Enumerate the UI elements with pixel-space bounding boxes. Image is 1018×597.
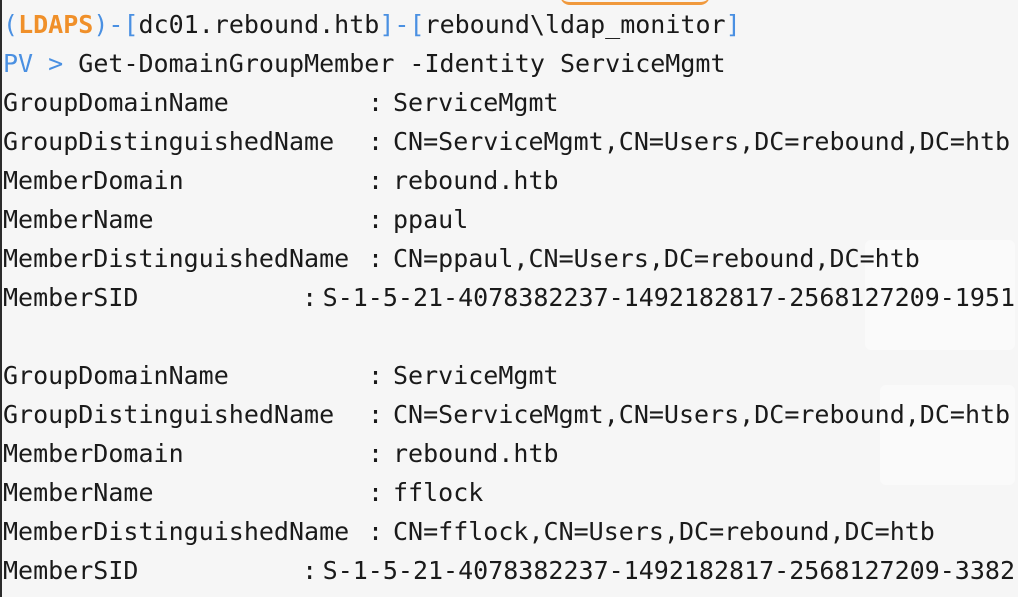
field-key: MemberSID bbox=[3, 283, 139, 312]
field-separator: : bbox=[368, 400, 384, 429]
field-value: rebound.htb bbox=[393, 166, 559, 195]
command-text: Get-DomainGroupMember -Identity ServiceM… bbox=[78, 49, 726, 78]
output-row: MemberName: ppaul bbox=[3, 200, 1015, 239]
field-value: CN=fflock,CN=Users,DC=rebound,DC=htb bbox=[393, 517, 935, 546]
prompt-bracket-open: [ bbox=[409, 10, 425, 39]
field-separator: : bbox=[368, 517, 384, 546]
field-key: MemberName bbox=[3, 205, 154, 234]
field-separator: : bbox=[302, 556, 318, 585]
prompt-bracket-open: [ bbox=[123, 10, 139, 39]
field-value: ServiceMgmt bbox=[393, 361, 559, 390]
field-key: MemberDomain bbox=[3, 166, 184, 195]
output-row: MemberDistinguishedName: CN=ppaul,CN=User… bbox=[3, 239, 1015, 278]
field-value: CN=ServiceMgmt,CN=Users,DC=rebound,DC=ht… bbox=[393, 127, 1011, 156]
field-key: MemberDistinguishedName bbox=[3, 244, 350, 273]
command-line[interactable]: PV > Get-DomainGroupMember -Identity Ser… bbox=[3, 44, 1015, 83]
prompt-ldaps: LDAPS bbox=[18, 10, 94, 39]
field-value: S-1-5-21-4078382237-1492182817-256812720… bbox=[322, 283, 1015, 312]
prompt-dash: - bbox=[108, 10, 124, 39]
field-separator: : bbox=[368, 205, 384, 234]
field-key: MemberDomain bbox=[3, 439, 184, 468]
field-separator: : bbox=[368, 361, 384, 390]
field-separator: : bbox=[368, 439, 384, 468]
field-value: fflock bbox=[393, 478, 484, 507]
field-value: CN=ServiceMgmt,CN=Users,DC=rebound,DC=ht… bbox=[393, 400, 1011, 429]
output-row: MemberSID: S-1-5-21-4078382237-1492182817… bbox=[3, 551, 1015, 590]
member-record: GroupDomainName: ServiceMgmt GroupDisting… bbox=[3, 356, 1015, 590]
prompt-close-paren: ) bbox=[93, 10, 109, 39]
field-key: GroupDomainName bbox=[3, 361, 229, 390]
field-value: ServiceMgmt bbox=[393, 88, 559, 117]
field-key: GroupDistinguishedName bbox=[3, 400, 335, 429]
output-row: GroupDistinguishedName: CN=ServiceMgmt,CN… bbox=[3, 122, 1015, 161]
field-separator: : bbox=[368, 166, 384, 195]
prompt-open-paren: ( bbox=[3, 10, 19, 39]
output-row: MemberSID: S-1-5-21-4078382237-1492182817… bbox=[3, 278, 1015, 317]
output-row: MemberDistinguishedName: CN=fflock,CN=Use… bbox=[3, 512, 1015, 551]
field-key: GroupDomainName bbox=[3, 88, 229, 117]
field-separator: : bbox=[368, 127, 384, 156]
prompt-user: rebound\ldap_monitor bbox=[424, 10, 726, 39]
prompt-arrow: > bbox=[48, 49, 64, 78]
window-left-border bbox=[0, 0, 2, 597]
output-row: MemberDomain: rebound.htb bbox=[3, 434, 1015, 473]
field-separator: : bbox=[368, 88, 384, 117]
field-value: CN=ppaul,CN=Users,DC=rebound,DC=htb bbox=[393, 244, 920, 273]
field-value: ppaul bbox=[393, 205, 469, 234]
prompt-bracket-close: ] bbox=[379, 10, 395, 39]
field-key: MemberDistinguishedName bbox=[3, 517, 350, 546]
field-key: GroupDistinguishedName bbox=[3, 127, 335, 156]
field-value: rebound.htb bbox=[393, 439, 559, 468]
terminal-output: (LDAPS) -[dc01.rebound.htb] -[rebound\ldap… bbox=[3, 5, 1015, 595]
prompt-host: dc01.rebound.htb bbox=[138, 10, 380, 39]
output-row: MemberName: fflock bbox=[3, 473, 1015, 512]
field-key: MemberSID bbox=[3, 556, 139, 585]
field-value: S-1-5-21-4078382237-1492182817-256812720… bbox=[322, 556, 1015, 585]
member-record: GroupDomainName: ServiceMgmt GroupDisting… bbox=[3, 83, 1015, 317]
prompt-dash: - bbox=[394, 10, 410, 39]
output-row: GroupDomainName: ServiceMgmt bbox=[3, 83, 1015, 122]
output-row: MemberDomain: rebound.htb bbox=[3, 161, 1015, 200]
prompt-line: (LDAPS) -[dc01.rebound.htb] -[rebound\ldap… bbox=[3, 5, 1015, 44]
output-row: GroupDistinguishedName: CN=ServiceMgmt,CN… bbox=[3, 395, 1015, 434]
output-row: GroupDomainName: ServiceMgmt bbox=[3, 356, 1015, 395]
prompt-bracket-close: ] bbox=[725, 10, 741, 39]
field-separator: : bbox=[368, 478, 384, 507]
field-key: MemberName bbox=[3, 478, 154, 507]
field-separator: : bbox=[368, 244, 384, 273]
shell-name: PV bbox=[3, 49, 34, 78]
field-separator: : bbox=[302, 283, 318, 312]
